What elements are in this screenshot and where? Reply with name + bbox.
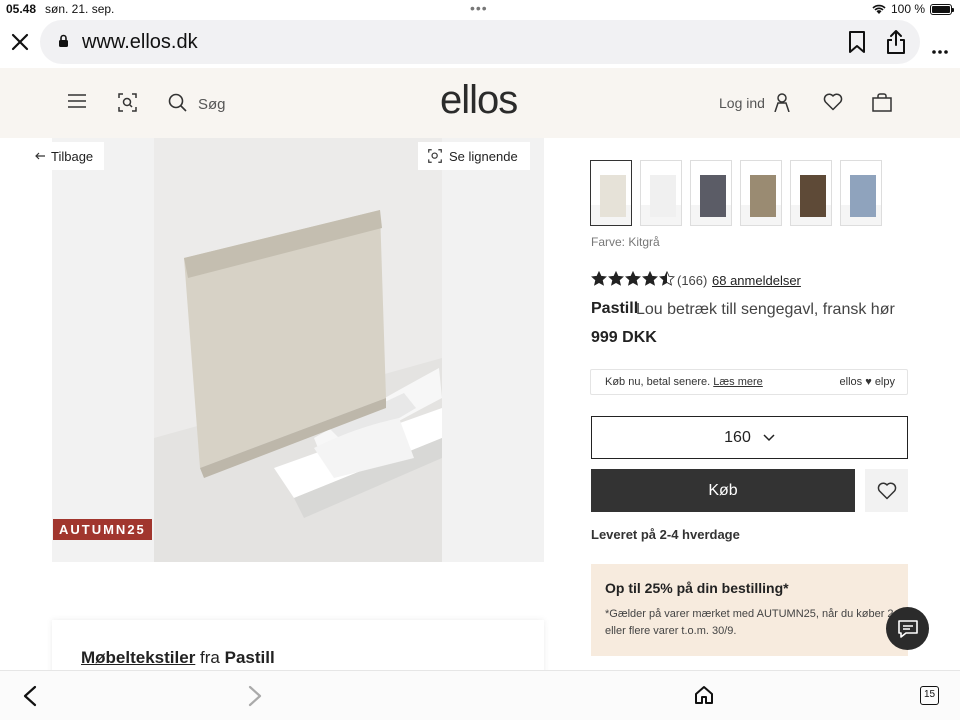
- visual-search-icon[interactable]: [118, 93, 137, 112]
- swatch-4[interactable]: [790, 160, 832, 226]
- search-icon[interactable]: [168, 93, 187, 112]
- forward-arrow-icon[interactable]: [245, 685, 265, 707]
- site-header: Søg ellos Log ind: [0, 68, 960, 138]
- payment-logo: ellos ♥ elpy: [839, 376, 895, 388]
- see-similar-button[interactable]: Se lignende: [418, 142, 530, 170]
- swatch-color: [600, 175, 626, 217]
- swatch-color: [850, 175, 876, 217]
- pay-later-banner: Køb nu, betal senere. Læs mere ellos ♥ e…: [590, 369, 908, 395]
- heart-icon: [877, 482, 896, 499]
- back-label: Tilbage: [51, 148, 94, 164]
- visual-search-icon: [428, 149, 442, 163]
- add-to-wishlist-button[interactable]: [865, 469, 908, 512]
- product-brand[interactable]: Pastill: [591, 300, 638, 318]
- pay-later-text: Køb nu, betal senere. Læs mere: [605, 376, 763, 388]
- wifi-icon: [872, 4, 886, 14]
- buy-button[interactable]: Køb: [591, 469, 855, 512]
- lock-icon: [59, 34, 68, 47]
- swatch-2[interactable]: [690, 160, 732, 226]
- headboard-illustration: [154, 138, 442, 562]
- color-swatches: [590, 160, 882, 226]
- tabs-count-button[interactable]: 15: [920, 686, 939, 705]
- share-icon[interactable]: [886, 29, 906, 55]
- product-price: 999 DKK: [591, 329, 657, 346]
- swatch-color: [700, 175, 726, 217]
- product-name: Lou betræk till sengegavl, fransk hør: [636, 301, 895, 318]
- swatch-5[interactable]: [840, 160, 882, 226]
- rating-stars: [591, 271, 675, 286]
- product-photo: [154, 138, 442, 562]
- category-brand[interactable]: Pastill: [225, 648, 275, 667]
- size-value: 160: [724, 428, 751, 446]
- battery-percent: 100 %: [890, 2, 925, 16]
- delivery-info: Leveret på 2-4 hverdage: [591, 527, 740, 542]
- wishlist-icon[interactable]: [823, 93, 843, 111]
- status-bar: 05.48 søn. 21. sep. ••• 100 %: [0, 0, 960, 18]
- swatch-3[interactable]: [740, 160, 782, 226]
- category-line: Møbeltekstiler fra Pastill: [81, 648, 275, 668]
- star-icon: [642, 271, 658, 286]
- offer-body: *Gælder på varer mærket med AUTUMN25, nå…: [605, 608, 894, 637]
- category-link[interactable]: Møbeltekstiler: [81, 648, 195, 667]
- swatch-1[interactable]: [640, 160, 682, 226]
- see-similar-label: Se lignende: [449, 148, 518, 164]
- browser-toolbar: 15: [0, 670, 960, 720]
- swatch-color: [650, 175, 676, 217]
- offer-title: Op til 25% på din bestilling*: [605, 580, 789, 596]
- chevron-down-icon: [763, 433, 775, 441]
- product-image[interactable]: [52, 138, 544, 562]
- star-icon: [625, 271, 641, 286]
- back-button[interactable]: Tilbage: [24, 142, 105, 170]
- close-icon[interactable]: [8, 30, 32, 54]
- url-text[interactable]: www.ellos.dk: [82, 31, 198, 54]
- chat-button[interactable]: [886, 607, 929, 650]
- multitask-dots-icon[interactable]: •••: [470, 0, 488, 16]
- status-time: 05.48: [6, 2, 37, 16]
- home-icon[interactable]: [694, 685, 714, 705]
- login-link[interactable]: Log ind: [719, 95, 765, 111]
- size-select[interactable]: 160: [591, 416, 908, 459]
- star-icon: [591, 271, 607, 286]
- reviews-link[interactable]: 68 anmeldelser: [712, 273, 801, 288]
- user-icon[interactable]: [773, 93, 791, 112]
- arrow-left-icon: [35, 152, 45, 160]
- back-arrow-icon[interactable]: [20, 685, 40, 707]
- chat-icon: [897, 619, 918, 638]
- color-label: Farve: Kitgrå: [591, 235, 660, 249]
- status-date: søn. 21. sep.: [45, 2, 115, 16]
- swatch-color: [750, 175, 776, 217]
- address-bar[interactable]: www.ellos.dk: [40, 20, 920, 64]
- menu-icon[interactable]: [68, 94, 86, 108]
- more-icon[interactable]: [932, 50, 948, 54]
- bookmark-icon[interactable]: [848, 30, 866, 54]
- cart-bag-icon[interactable]: [872, 93, 892, 112]
- battery-icon: [930, 3, 954, 15]
- category-connector: fra: [200, 648, 220, 667]
- ellos-logo[interactable]: ellos: [440, 78, 518, 123]
- swatch-color: [800, 175, 826, 217]
- pay-later-copy: Køb nu, betal senere.: [605, 376, 711, 388]
- status-right: 100 %: [872, 2, 954, 16]
- read-more-link[interactable]: Læs mere: [713, 376, 763, 388]
- promo-tag: AUTUMN25: [53, 519, 152, 540]
- offer-box: Op til 25% på din bestilling* *Gælder på…: [591, 564, 908, 656]
- browser-url-row: www.ellos.dk: [0, 18, 960, 68]
- search-label[interactable]: Søg: [198, 96, 226, 113]
- star-icon: [659, 271, 675, 286]
- star-icon: [608, 271, 624, 286]
- rating-count: (166): [677, 273, 708, 288]
- swatch-0[interactable]: [590, 160, 632, 226]
